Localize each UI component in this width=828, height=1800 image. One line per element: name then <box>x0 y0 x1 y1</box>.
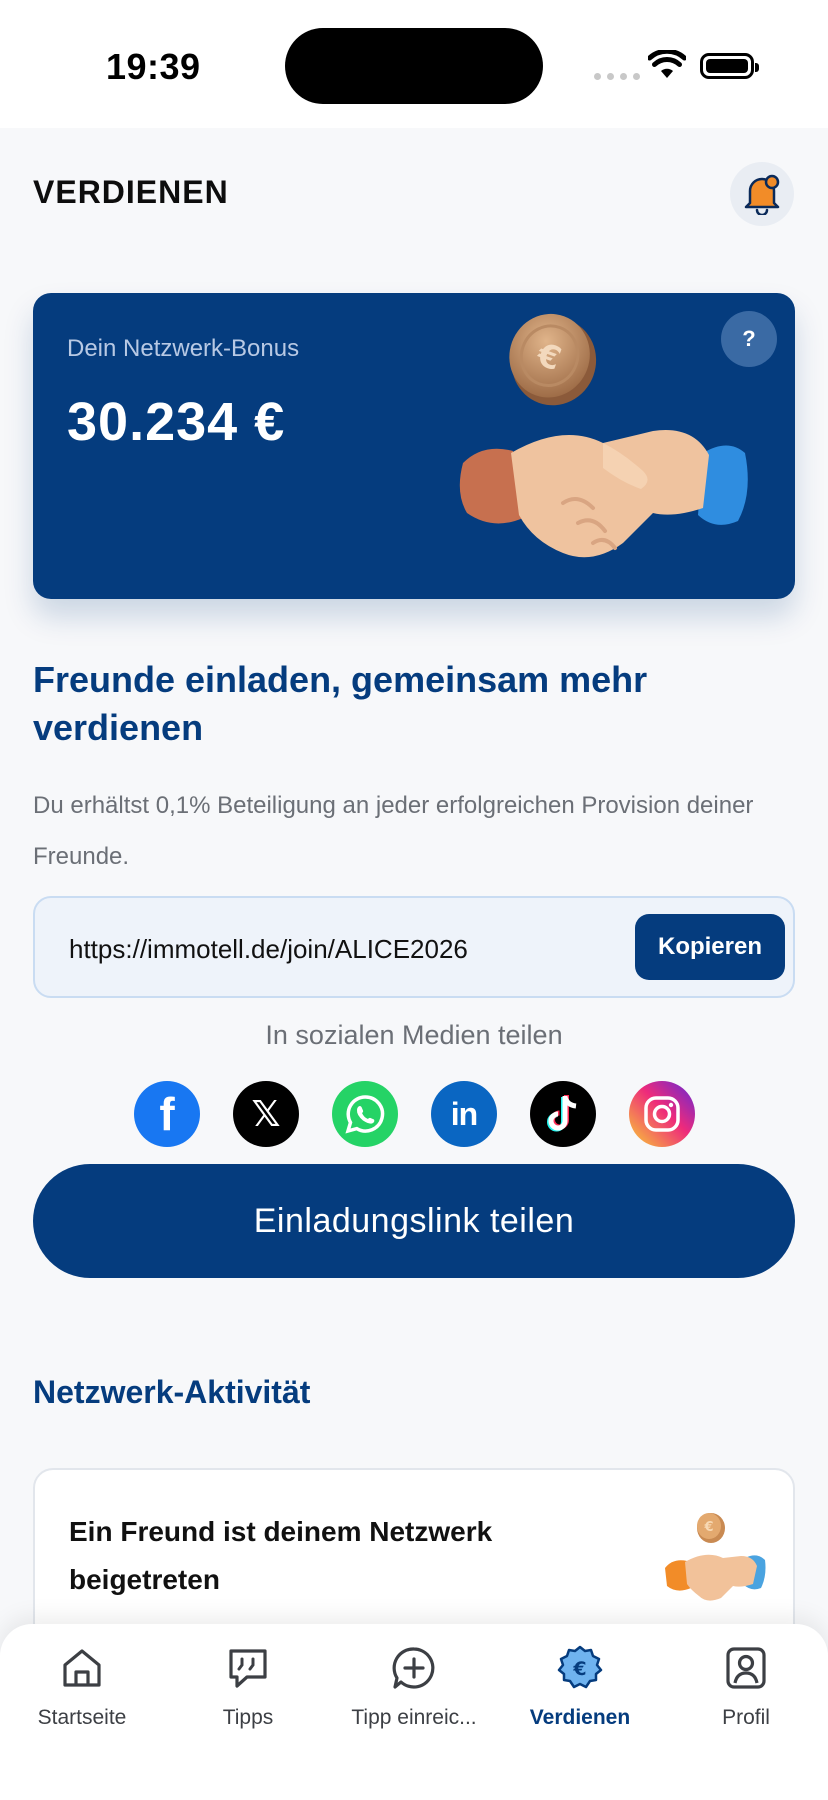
tab-tipp-einreichen[interactable]: Tipp einreic... <box>334 1644 494 1730</box>
referral-link-box: https://immotell.de/join/ALICE2026 Kopie… <box>33 896 795 998</box>
help-button[interactable]: ? <box>721 311 777 367</box>
copy-button[interactable]: Kopieren <box>635 914 785 980</box>
wifi-icon <box>648 50 686 78</box>
svg-text:€: € <box>572 1658 586 1680</box>
invite-description: Du erhältst 0,1% Beteiligung an jeder er… <box>33 792 754 870</box>
svg-text:€: € <box>703 1520 713 1535</box>
tiktok-icon[interactable] <box>530 1081 596 1147</box>
handshake-coin-illustration: € <box>459 313 748 558</box>
bonus-label: Dein Netzwerk-Bonus <box>67 335 300 362</box>
tab-bar: Startseite Tipps Tipp einreic... € Verdi… <box>0 1624 828 1800</box>
share-invite-link-button[interactable]: Einladungslink teilen <box>33 1164 795 1278</box>
activity-heading: Netzwerk-Aktivität <box>33 1374 311 1410</box>
network-bonus-card: Dein Netzwerk-Bonus 30.234 € € ? <box>33 293 795 599</box>
tab-label: Profil <box>722 1706 770 1729</box>
referral-link[interactable]: https://immotell.de/join/ALICE2026 <box>69 934 468 965</box>
bell-icon <box>744 174 780 215</box>
page-title: VERDIENEN <box>33 174 229 210</box>
tab-tipps[interactable]: Tipps <box>168 1644 328 1730</box>
tab-label: Tipps <box>222 1706 274 1729</box>
dynamic-island <box>285 28 543 104</box>
battery-icon <box>700 53 759 79</box>
social-share-label: In sozialen Medien teilen <box>265 1020 563 1050</box>
add-bubble-icon <box>392 1647 435 1689</box>
whatsapp-icon[interactable] <box>332 1081 398 1147</box>
social-share-row: f 𝕏 in <box>134 1081 695 1147</box>
signal-dots-icon <box>594 73 640 80</box>
tab-label: Tipp einreic... <box>351 1706 477 1729</box>
tab-startseite[interactable]: Startseite <box>2 1644 162 1730</box>
linkedin-icon[interactable]: in <box>431 1081 497 1147</box>
euro-icon: € <box>557 1645 603 1689</box>
tab-profil[interactable]: Profil <box>666 1644 826 1730</box>
tab-label: Startseite <box>37 1706 127 1729</box>
tiktok-glyph-icon <box>547 1095 577 1132</box>
home-icon <box>63 1649 101 1687</box>
whatsapp-glyph-icon <box>345 1095 385 1134</box>
invite-heading: Freunde einladen, gemeinsam mehr verdien… <box>33 659 648 748</box>
notifications-button[interactable] <box>730 162 794 226</box>
facebook-icon[interactable]: f <box>134 1081 200 1147</box>
status-time: 19:39 <box>106 46 201 87</box>
handshake-icon: € <box>665 1513 766 1601</box>
status-bar: 19:39 <box>0 0 828 128</box>
tab-label: Verdienen <box>529 1706 631 1729</box>
instagram-icon[interactable] <box>629 1081 695 1147</box>
activity-title: Ein Freund ist deinem Netzwerk beigetret… <box>69 1516 493 1595</box>
instagram-glyph-icon <box>644 1096 680 1132</box>
tab-verdienen[interactable]: € Verdienen <box>500 1644 660 1730</box>
bonus-amount: 30.234 € <box>67 392 286 452</box>
quote-bubble-icon <box>229 1649 267 1688</box>
profile-icon <box>726 1647 766 1689</box>
x-icon[interactable]: 𝕏 <box>233 1081 299 1147</box>
